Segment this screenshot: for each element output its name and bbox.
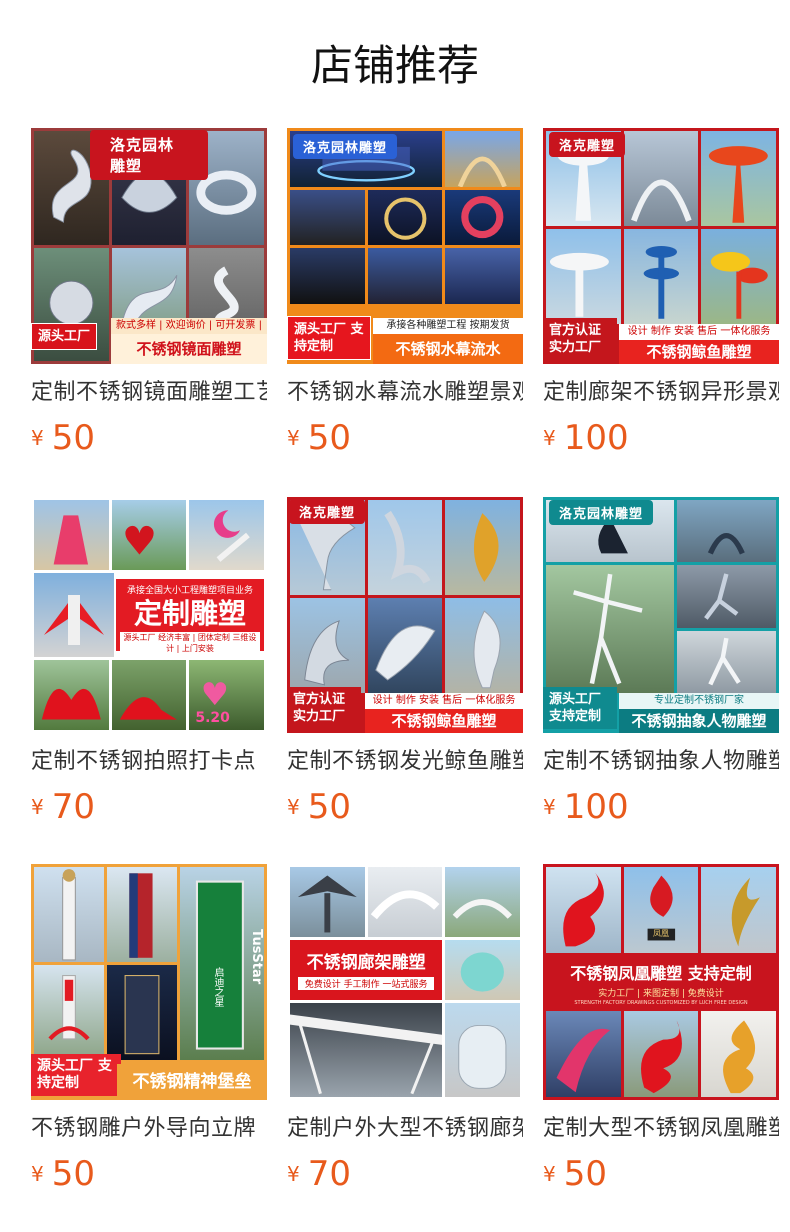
price-value: 100 — [563, 418, 629, 458]
price-value: 50 — [307, 787, 351, 827]
sign-name-cn: 启迪之星 — [212, 967, 223, 1007]
banner-small-text: 免费设计 手工制作 一站式服务 — [298, 977, 435, 990]
product-card[interactable]: 洛克雕塑 官方认证 实力工厂 设计 制作 安装 售后 一体化服务 不锈钢鲸鱼雕塑… — [287, 497, 523, 827]
image-left-badge: 官方认证 实力工厂 — [543, 318, 617, 360]
product-price: ¥70 — [31, 787, 267, 827]
product-image[interactable]: 洛克园林雕塑 源头工厂 支持定制 承接各种雕塑工程 按期发货 不锈钢水幕流水 — [287, 128, 523, 364]
image-small-bar: 承接各种雕塑工程 按期发货 — [373, 318, 523, 334]
product-name[interactable]: 不锈钢雕户外导向立牌 — [31, 1114, 267, 1144]
banner-big-text: 不锈钢廊架雕塑 — [306, 953, 426, 973]
sign-text: 5.20 — [195, 710, 230, 726]
product-name[interactable]: 不锈钢水幕流水雕塑景观 — [287, 378, 523, 408]
price-value: 50 — [51, 1154, 95, 1194]
product-price: ¥100 — [543, 787, 779, 827]
currency-symbol: ¥ — [543, 426, 556, 450]
currency-symbol: ¥ — [543, 1162, 556, 1186]
product-image[interactable]: 洛克园林雕塑 源头工厂 支持定制 专业定制不锈钢厂家 不锈钢抽象人物雕塑 — [543, 497, 779, 733]
product-card[interactable]: ♥ 承接全国大小工程雕塑项目业务 定制雕塑 源头工厂 经济丰富 | 团体定制 三… — [31, 497, 267, 827]
image-small-bar: 设计 制作 安装 售后 一体化服务 — [619, 324, 779, 340]
banner-big-text: 定制雕塑 — [133, 597, 246, 630]
currency-symbol: ¥ — [31, 795, 44, 819]
product-image[interactable]: ♥ 承接全国大小工程雕塑项目业务 定制雕塑 源头工厂 经济丰富 | 团体定制 三… — [31, 497, 267, 733]
product-price: ¥50 — [287, 787, 523, 827]
currency-symbol: ¥ — [31, 426, 44, 450]
image-bottom-bar: 不锈钢鲸鱼雕塑 — [365, 709, 523, 733]
product-price: ¥50 — [543, 1154, 779, 1194]
product-grid: 洛克园林雕塑 源头工厂 款式多样 | 欢迎询价 | 可开发票 | 实力商家 不锈… — [0, 0, 790, 1232]
banner-tiny-text: STRENGTH FACTORY DRAWINGS CUSTOMIZED BY … — [574, 1000, 748, 1006]
image-bottom-bar: 不锈钢抽象人物雕塑 — [619, 709, 779, 733]
product-card[interactable]: 洛克园林雕塑 源头工厂 款式多样 | 欢迎询价 | 可开发票 | 实力商家 不锈… — [31, 128, 267, 458]
plaque-text: 凤凰 — [652, 929, 669, 938]
svg-text:♥: ♥ — [121, 520, 156, 565]
product-image[interactable]: TusStar 启迪之星 源头工厂 支持定制 不锈钢精神堡垒 — [31, 864, 267, 1100]
currency-symbol: ¥ — [287, 795, 300, 819]
product-name[interactable]: 定制大型不锈钢凤凰雕塑 — [543, 1114, 779, 1144]
product-price: ¥50 — [31, 418, 267, 458]
image-small-bar: 款式多样 | 欢迎询价 | 可开发票 | 实力商家 — [111, 318, 267, 347]
image-top-tag: 洛克园林雕塑 — [549, 500, 654, 525]
product-price: ¥50 — [287, 418, 523, 458]
product-name[interactable]: 定制户外大型不锈钢廊架 — [287, 1114, 523, 1144]
product-name[interactable]: 定制廊架不锈钢异形景观 — [543, 378, 779, 408]
price-value: 50 — [51, 418, 95, 458]
product-card[interactable]: 洛克园林雕塑 源头工厂 支持定制 专业定制不锈钢厂家 不锈钢抽象人物雕塑 定制不… — [543, 497, 779, 827]
banner-big-text: 不锈钢凤凰雕塑 支持定制 — [570, 964, 752, 983]
image-left-badge: 源头工厂 — [31, 323, 98, 350]
banner-items: 源头工厂 经济丰富 | 团体定制 三维设计 | 上门安装 — [120, 632, 260, 654]
image-bottom-bar: 不锈钢镜面雕塑 — [111, 334, 267, 364]
image-top-tag: 洛克雕塑 — [289, 499, 366, 524]
image-top-tag: 洛克园林雕塑 — [90, 130, 208, 180]
image-left-badge: 官方认证 实力工厂 — [287, 687, 361, 729]
product-card[interactable]: 洛克雕塑 官方认证 实力工厂 设计 制作 安装 售后 一体化服务 不锈钢鲸鱼雕塑… — [543, 128, 779, 458]
currency-symbol: ¥ — [287, 1162, 300, 1186]
image-top-tag: 洛克园林雕塑 — [293, 134, 398, 159]
product-price: ¥70 — [287, 1154, 523, 1194]
image-top-tag: 洛克雕塑 — [549, 132, 626, 157]
banner-small-text: 承接全国大小工程雕塑项目业务 — [126, 586, 253, 596]
product-name[interactable]: 定制不锈钢镜面雕塑工艺品 — [31, 378, 267, 408]
image-left-badge: 源头工厂 支持定制 — [31, 1054, 121, 1096]
currency-symbol: ¥ — [31, 1162, 44, 1186]
product-card[interactable]: 洛克园林雕塑 源头工厂 支持定制 承接各种雕塑工程 按期发货 不锈钢水幕流水 不… — [287, 128, 523, 458]
price-value: 50 — [563, 1154, 607, 1194]
product-image[interactable]: 洛克园林雕塑 源头工厂 款式多样 | 欢迎询价 | 可开发票 | 实力商家 不锈… — [31, 128, 267, 364]
image-left-badge: 源头工厂 支持定制 — [543, 687, 617, 729]
image-left-badge: 源头工厂 支持定制 — [287, 316, 371, 360]
currency-symbol: ¥ — [543, 795, 556, 819]
image-bottom-bar: 不锈钢鲸鱼雕塑 — [619, 340, 779, 364]
image-small-bar: 设计 制作 安装 售后 一体化服务 — [365, 693, 523, 709]
product-image[interactable]: 洛克雕塑 官方认证 实力工厂 设计 制作 安装 售后 一体化服务 不锈钢鲸鱼雕塑 — [287, 497, 523, 733]
image-bottom-bar: 不锈钢水幕流水 — [373, 334, 523, 364]
price-value: 70 — [51, 787, 95, 827]
product-name[interactable]: 定制不锈钢发光鲸鱼雕塑 — [287, 747, 523, 777]
product-price: ¥50 — [31, 1154, 267, 1194]
product-card[interactable]: 不锈钢廊架雕塑 免费设计 手工制作 一站式服务 定制户外大型不锈钢廊架 ¥70 — [287, 864, 523, 1194]
price-value: 70 — [307, 1154, 351, 1194]
product-image[interactable]: 凤凰 不锈钢凤凰雕塑 支持定制 实力工厂 | 来图定制 | 免费设计 STREN… — [543, 864, 779, 1100]
price-value: 100 — [563, 787, 629, 827]
product-name[interactable]: 定制不锈钢抽象人物雕塑 — [543, 747, 779, 777]
svg-text:♥: ♥ — [201, 677, 229, 713]
product-image[interactable]: 不锈钢廊架雕塑 免费设计 手工制作 一站式服务 — [287, 864, 523, 1100]
banner-small-text: 实力工厂 | 来图定制 | 免费设计 — [598, 989, 724, 999]
currency-symbol: ¥ — [287, 426, 300, 450]
product-card[interactable]: TusStar 启迪之星 源头工厂 支持定制 不锈钢精神堡垒 不锈钢雕户外导向立… — [31, 864, 267, 1194]
price-value: 50 — [307, 418, 351, 458]
image-small-bar: 专业定制不锈钢厂家 — [619, 693, 779, 709]
image-bottom-bar: 不锈钢精神堡垒 — [117, 1064, 267, 1100]
product-name[interactable]: 定制不锈钢拍照打卡点 — [31, 747, 267, 777]
product-price: ¥100 — [543, 418, 779, 458]
product-image[interactable]: 洛克雕塑 官方认证 实力工厂 设计 制作 安装 售后 一体化服务 不锈钢鲸鱼雕塑 — [543, 128, 779, 364]
product-card[interactable]: 凤凰 不锈钢凤凰雕塑 支持定制 实力工厂 | 来图定制 | 免费设计 STREN… — [543, 864, 779, 1194]
